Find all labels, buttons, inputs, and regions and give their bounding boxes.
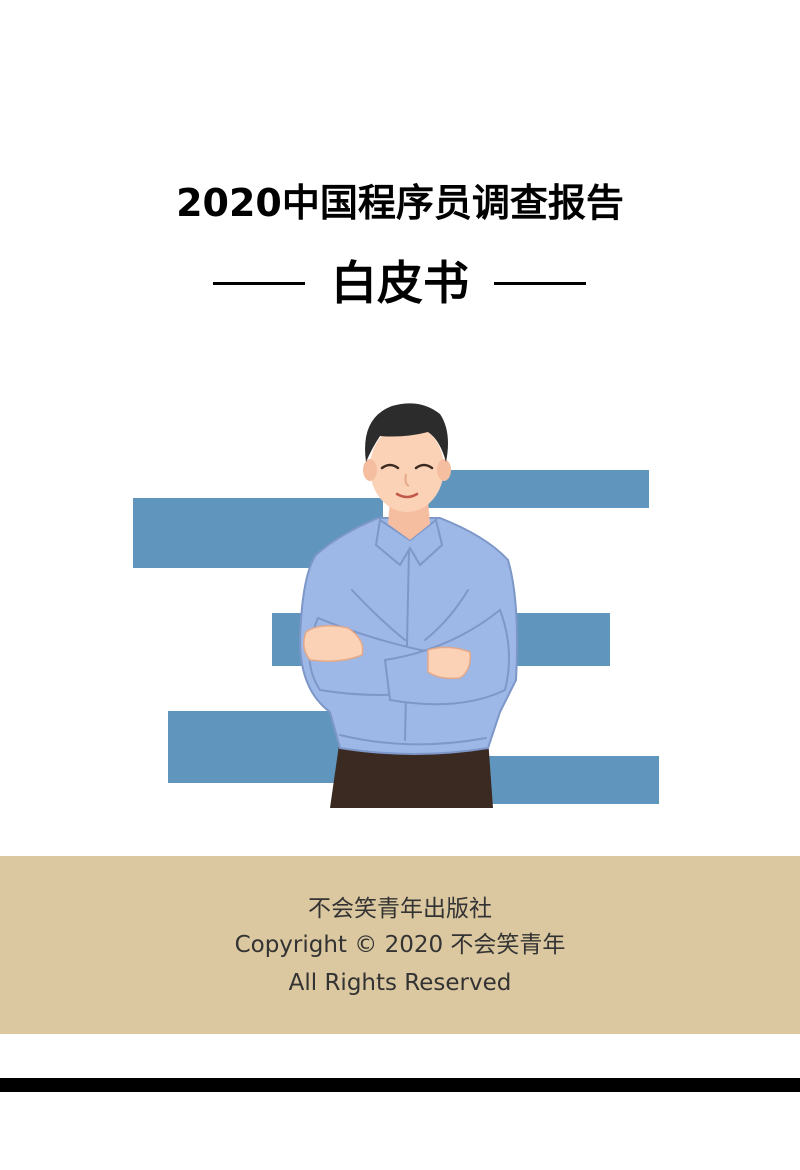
subtitle-dash-right xyxy=(494,282,586,285)
programmer-illustration xyxy=(133,403,659,808)
footer-band: 不会笑青年出版社 Copyright © 2020 不会笑青年 All Righ… xyxy=(0,856,800,1034)
right-ear xyxy=(437,459,451,481)
bar-2 xyxy=(425,470,649,508)
rights-notice: All Rights Reserved xyxy=(288,970,512,996)
subtitle-row: 白皮书 xyxy=(0,253,800,313)
copyright-notice: Copyright © 2020 不会笑青年 xyxy=(234,932,566,958)
right-hand xyxy=(427,646,472,680)
bar-4 xyxy=(168,711,343,783)
bottom-divider xyxy=(0,1078,800,1092)
report-title: 2020中国程序员调查报告 xyxy=(176,181,624,225)
subtitle-dash-left xyxy=(213,282,305,285)
bar-5 xyxy=(485,756,659,804)
cover-page: 2020中国程序员调查报告 白皮书 不会笑青年出版社 Copyright © 2… xyxy=(0,0,800,1170)
left-ear xyxy=(363,459,377,481)
publisher-name: 不会笑青年出版社 xyxy=(308,896,492,922)
report-subtitle: 白皮书 xyxy=(331,256,469,310)
